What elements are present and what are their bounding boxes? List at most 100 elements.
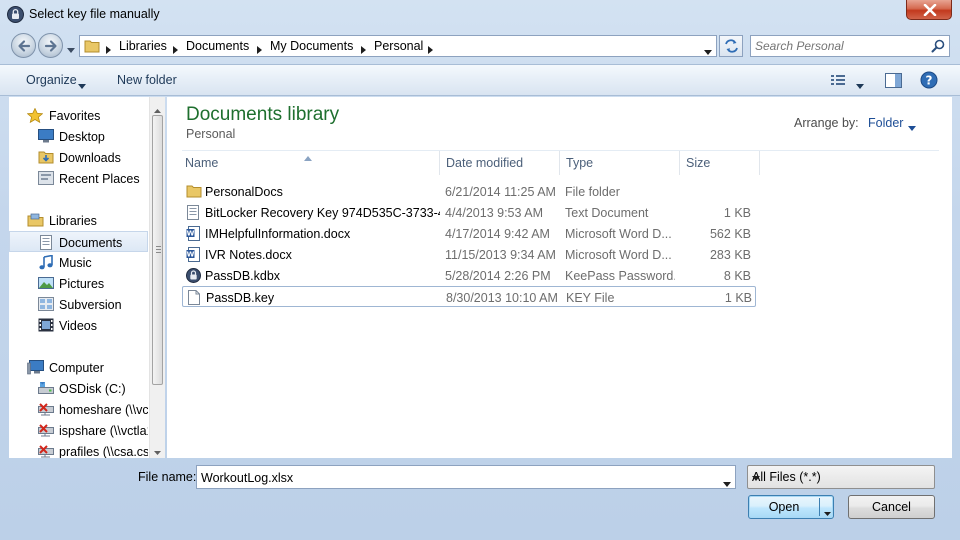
breadcrumb-documents[interactable]: Documents (186, 39, 249, 53)
column-header-name[interactable]: Name (185, 156, 218, 170)
arrange-by-dropdown[interactable]: Folder (868, 116, 903, 130)
column-header-size[interactable]: Size (686, 156, 710, 170)
close-button[interactable] (906, 0, 952, 20)
nav-item-homeshare[interactable]: homeshare (\\vctl (9, 399, 148, 420)
open-button[interactable]: Open (748, 495, 834, 519)
nav-item-documents[interactable]: Documents (9, 231, 148, 252)
search-box[interactable] (750, 35, 950, 57)
chevron-down-icon[interactable] (78, 78, 86, 92)
subversion-icon (38, 297, 54, 314)
breadcrumb-my-documents[interactable]: My Documents (270, 39, 353, 53)
file-size: 283 KB (709, 248, 751, 262)
document-icon (39, 235, 53, 251)
new-folder-button[interactable]: New folder (117, 73, 177, 87)
breadcrumb-separator-icon[interactable] (257, 43, 262, 57)
file-type-filter-select[interactable]: All Files (*.*) (747, 465, 935, 489)
preview-pane-icon[interactable] (885, 73, 902, 91)
column-header-type[interactable]: Type (566, 156, 593, 170)
cancel-button[interactable]: Cancel (848, 495, 935, 519)
file-row[interactable]: PassDB.kdbx 5/28/2014 2:26 PM KeePass Pa… (182, 265, 756, 286)
title-bar[interactable]: Select key file manually (0, 0, 960, 30)
svg-text:W: W (187, 251, 195, 259)
nav-item-favorites[interactable]: Favorites (9, 105, 148, 126)
search-icon[interactable] (931, 39, 945, 56)
file-row[interactable]: BitLocker Recovery Key 974D535C-3733-4..… (182, 202, 756, 223)
file-type: KEY File (566, 291, 615, 305)
scroll-up-arrow-icon[interactable] (154, 102, 161, 116)
nav-item-prafiles[interactable]: prafiles (\\csa.csu (9, 441, 148, 458)
nav-item-recent-places[interactable]: Recent Places (9, 168, 148, 189)
chevron-down-icon[interactable] (908, 120, 916, 134)
file-row[interactable]: W IVR Notes.docx 11/15/2013 9:34 AM Micr… (182, 244, 756, 265)
blank-file-icon (187, 290, 201, 308)
nav-item-ispshare[interactable]: ispshare (\\vctla1 (9, 420, 148, 441)
forward-button[interactable] (38, 33, 63, 58)
back-button[interactable] (11, 33, 36, 58)
file-name-input[interactable] (201, 470, 711, 485)
scrollbar-thumb[interactable] (152, 115, 163, 385)
file-name: PassDB.kdbx (205, 269, 281, 283)
breadcrumb-personal[interactable]: Personal (374, 39, 423, 53)
file-row[interactable]: PersonalDocs 6/21/2014 11:25 AM File fol… (182, 181, 756, 202)
refresh-button[interactable] (719, 35, 743, 57)
file-size: 562 KB (709, 227, 751, 241)
search-input[interactable] (755, 38, 925, 54)
file-row[interactable]: W IMHelpfulInformation.docx 4/17/2014 9:… (182, 223, 756, 244)
column-separator[interactable] (679, 151, 680, 175)
star-icon (26, 107, 44, 126)
breadcrumb-separator-icon[interactable] (106, 43, 111, 57)
view-options-dropdown[interactable] (856, 78, 864, 92)
nav-item-subversion[interactable]: Subversion (9, 294, 148, 315)
network-drive-disconnected-icon (38, 402, 54, 419)
nav-label: Videos (59, 319, 97, 333)
breadcrumb-separator-icon[interactable] (173, 43, 178, 57)
column-header-date[interactable]: Date modified (446, 156, 523, 170)
column-separator[interactable] (559, 151, 560, 175)
folder-icon (186, 184, 202, 201)
navigation-pane: Favorites Desktop Downloads Recent Place… (9, 97, 165, 458)
chevron-down-icon[interactable] (824, 505, 831, 519)
file-name: PassDB.key (206, 291, 275, 305)
downloads-folder-icon (38, 150, 54, 167)
breadcrumb-separator-icon[interactable] (361, 43, 366, 57)
file-list-pane: Documents library Personal Arrange by: F… (167, 97, 952, 458)
nav-item-desktop[interactable]: Desktop (9, 126, 148, 147)
nav-item-libraries[interactable]: Libraries (9, 210, 148, 231)
file-type: Microsoft Word D... (565, 227, 672, 241)
videos-icon (38, 318, 54, 335)
nav-item-music[interactable]: Music (9, 252, 148, 273)
change-view-icon[interactable] (830, 73, 846, 90)
file-name-combobox[interactable] (196, 465, 736, 489)
file-date: 5/28/2014 2:26 PM (445, 269, 551, 283)
nav-pane-scrollbar[interactable] (149, 97, 165, 458)
nav-label: Music (59, 256, 92, 270)
file-row[interactable]: PassDB.key 8/30/2013 10:10 AM KEY File 1… (182, 286, 756, 307)
nav-item-downloads[interactable]: Downloads (9, 147, 148, 168)
file-type: Microsoft Word D... (565, 248, 672, 262)
recent-locations-dropdown[interactable] (67, 42, 75, 56)
file-type: Text Document (565, 206, 649, 220)
svg-text:?: ? (926, 74, 933, 88)
refresh-icon (725, 39, 738, 53)
column-separator[interactable] (759, 151, 760, 175)
organize-button[interactable]: Organize (26, 73, 77, 87)
address-history-dropdown[interactable] (704, 44, 712, 58)
nav-item-videos[interactable]: Videos (9, 315, 148, 336)
back-arrow-icon (18, 40, 31, 52)
scroll-down-arrow-icon[interactable] (154, 444, 161, 458)
chevron-down-icon[interactable] (723, 476, 731, 490)
breadcrumb-separator-icon[interactable] (428, 43, 433, 57)
help-icon[interactable]: ? (920, 71, 938, 92)
nav-item-computer[interactable]: Computer (9, 357, 148, 378)
folder-icon (84, 39, 100, 56)
nav-item-osdisk[interactable]: OSDisk (C:) (9, 378, 148, 399)
nav-label: Favorites (49, 109, 101, 123)
nav-item-pictures[interactable]: Pictures (9, 273, 148, 294)
nav-label: Recent Places (59, 172, 140, 186)
file-date: 4/17/2014 9:42 AM (445, 227, 550, 241)
column-separator[interactable] (439, 151, 440, 175)
breadcrumb-libraries[interactable]: Libraries (119, 39, 167, 53)
file-size: 1 KB (723, 206, 751, 220)
address-bar[interactable]: Libraries Documents My Documents Persona… (79, 35, 717, 57)
chevron-down-icon[interactable] (752, 470, 760, 484)
